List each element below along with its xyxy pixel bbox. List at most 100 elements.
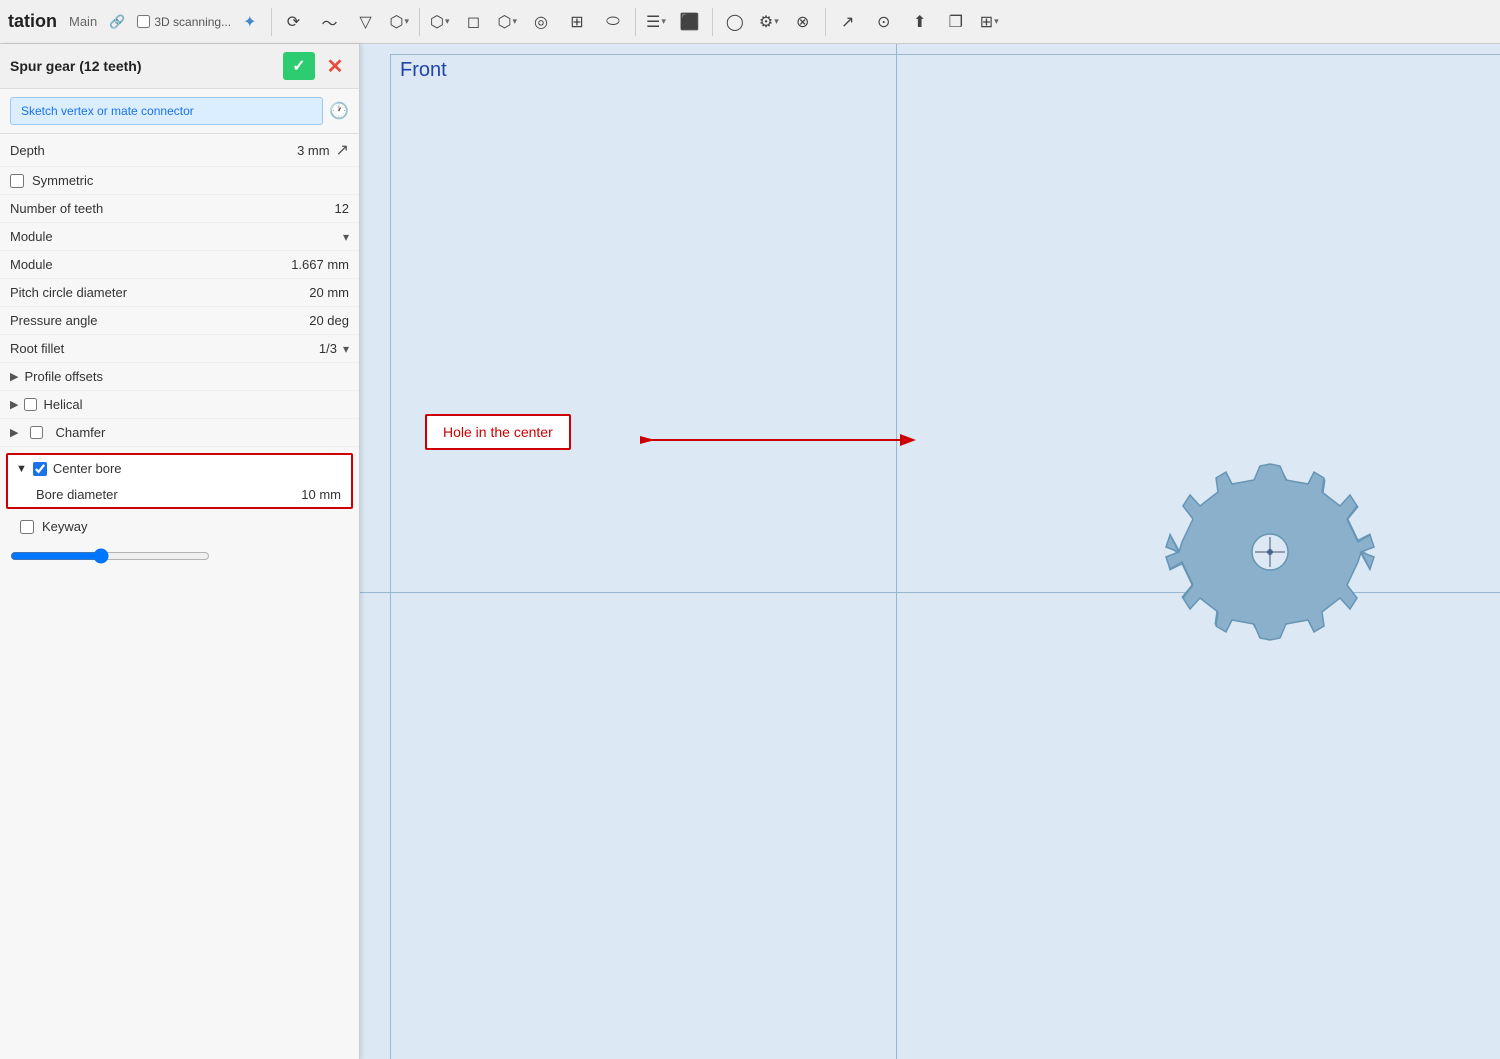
- side-panel: Spur gear (12 teeth) ✓ ✕ Sketch vertex o…: [0, 44, 360, 1059]
- cylinder-btn[interactable]: ⬭: [597, 6, 629, 38]
- chamfer-label: Chamfer: [55, 425, 105, 440]
- helical-label: Helical: [43, 397, 82, 412]
- front-label: Front: [400, 59, 447, 82]
- copy-arrow-icon: ▾: [445, 16, 450, 27]
- keyway-row: Keyway: [0, 513, 359, 540]
- close-btn[interactable]: ⊗: [787, 6, 819, 38]
- copy2-btn[interactable]: ❐: [940, 6, 972, 38]
- pitch-row: Pitch circle diameter 20 mm: [0, 279, 359, 307]
- gear-icon: ⚙: [759, 12, 773, 32]
- pressure-row: Pressure angle 20 deg: [0, 307, 359, 335]
- teeth-value[interactable]: 12: [335, 201, 349, 216]
- scanning-checkbox-wrap: 3D scanning...: [137, 15, 231, 29]
- extrude-arrow-icon: ▾: [404, 16, 409, 27]
- app-subtitle: Main: [69, 14, 97, 29]
- slider-row: [0, 540, 359, 575]
- crosshair-svg: [1160, 442, 1380, 662]
- center-bore-header[interactable]: ▼ Center bore: [8, 455, 351, 482]
- group-arrow-icon: ▾: [512, 16, 517, 27]
- helical-row[interactable]: ▶ Helical: [0, 391, 359, 419]
- flat-btn[interactable]: ◻: [458, 6, 490, 38]
- pitch-value: 20 mm: [309, 285, 349, 300]
- clock-button[interactable]: 🕐: [329, 101, 349, 121]
- panel-title: Spur gear (12 teeth): [10, 58, 141, 74]
- boolean-btn[interactable]: ◎: [525, 6, 557, 38]
- gear-arrow-icon: ▾: [774, 16, 779, 27]
- module-value: 1.667 mm: [291, 257, 349, 272]
- sketch-vertex-button[interactable]: Sketch vertex or mate connector: [10, 97, 323, 125]
- module-value-row: Module 1.667 mm: [0, 251, 359, 279]
- copy-icon: ⬡: [430, 12, 444, 32]
- layout-icon: ⊞: [980, 12, 993, 32]
- helical-checkbox[interactable]: [24, 398, 37, 411]
- teeth-label: Number of teeth: [10, 201, 335, 216]
- viewport: Front Hole in the center: [360, 44, 1500, 1059]
- bore-diameter-row: Bore diameter 10 mm: [8, 482, 351, 507]
- root-fillet-row: Root fillet 1/3 ▾: [0, 335, 359, 363]
- cancel-button[interactable]: ✕: [321, 52, 349, 80]
- center-bore-border: ▼ Center bore Bore diameter 10 mm: [6, 453, 353, 509]
- module-dropdown-label: Module: [10, 229, 343, 244]
- cone-btn[interactable]: ▽: [350, 6, 382, 38]
- scanning-checkbox[interactable]: [137, 15, 150, 28]
- export-btn[interactable]: ⬆: [904, 6, 936, 38]
- separator-4: [712, 8, 713, 36]
- root-value: 1/3: [319, 341, 337, 356]
- center-bore-expand-icon: ▼: [16, 463, 27, 475]
- layout-arrow-icon: ▾: [994, 16, 999, 27]
- depth-edit-icon[interactable]: ↗: [336, 140, 349, 160]
- depth-label: Depth: [10, 143, 297, 158]
- separator-1: [271, 8, 272, 36]
- display-icon: ☰: [646, 12, 660, 32]
- panel-slider[interactable]: [10, 548, 210, 564]
- chamfer-checkbox[interactable]: [30, 426, 43, 439]
- link-icon[interactable]: 🔗: [109, 14, 125, 30]
- copy-btn[interactable]: ⬡ ▾: [426, 6, 454, 38]
- pitch-label: Pitch circle diameter: [10, 285, 309, 300]
- symmetric-label: Symmetric: [32, 173, 93, 188]
- star-icon[interactable]: ✦: [243, 12, 256, 32]
- symmetric-row: Symmetric: [0, 167, 359, 195]
- separator-5: [825, 8, 826, 36]
- stack-btn[interactable]: ⬛: [674, 6, 706, 38]
- symmetric-checkbox[interactable]: [10, 174, 24, 188]
- extrude-btn[interactable]: ⬡ ▾: [386, 6, 414, 38]
- module-dropdown-arrow-icon: ▾: [343, 230, 349, 244]
- center-bore-checkbox[interactable]: [33, 462, 47, 476]
- separator-3: [635, 8, 636, 36]
- panel-header: Spur gear (12 teeth) ✓ ✕: [0, 44, 359, 89]
- pressure-value: 20 deg: [309, 313, 349, 328]
- main-area: Spur gear (12 teeth) ✓ ✕ Sketch vertex o…: [0, 44, 1500, 1059]
- extrude-icon: ⬡: [390, 12, 404, 32]
- confirm-button[interactable]: ✓: [283, 52, 315, 80]
- gear-btn[interactable]: ⚙ ▾: [755, 6, 783, 38]
- display-arrow-icon: ▾: [661, 16, 666, 27]
- curve-btn[interactable]: 〜: [314, 6, 346, 38]
- keyway-label: Keyway: [42, 519, 88, 534]
- app-title: tation: [8, 11, 57, 32]
- module-dropdown-row[interactable]: Module ▾: [0, 223, 359, 251]
- pressure-label: Pressure angle: [10, 313, 309, 328]
- grid-btn[interactable]: ⊞: [561, 6, 593, 38]
- root-fillet-arrow-icon: ▾: [343, 342, 349, 356]
- root-label: Root fillet: [10, 341, 319, 356]
- group-icon: ⬡: [498, 12, 512, 32]
- circle-btn[interactable]: ◯: [719, 6, 751, 38]
- profile-offsets-row[interactable]: ▶ Profile offsets: [0, 363, 359, 391]
- chamfer-expand-icon: ▶: [10, 426, 18, 439]
- depth-value: 3 mm: [297, 143, 330, 158]
- group-btn[interactable]: ⬡ ▾: [494, 6, 522, 38]
- module-label: Module: [10, 257, 291, 272]
- toolbar: tation Main 🔗 3D scanning... ✦ ⟳ 〜 ▽ ⬡ ▾…: [0, 0, 1500, 44]
- teeth-row: Number of teeth 12: [0, 195, 359, 223]
- chamfer-row[interactable]: ▶ Chamfer: [0, 419, 359, 447]
- keyway-checkbox[interactable]: [20, 520, 34, 534]
- bore-diameter-label: Bore diameter: [36, 487, 301, 502]
- home-btn[interactable]: ⟳: [278, 6, 310, 38]
- center-bore-section: ▼ Center bore Bore diameter 10 mm: [6, 453, 353, 509]
- display-btn[interactable]: ☰ ▾: [642, 6, 670, 38]
- layout-btn[interactable]: ⊞ ▾: [976, 6, 1003, 38]
- cursor-btn[interactable]: ↗: [832, 6, 864, 38]
- x-circle-btn[interactable]: ⊙: [868, 6, 900, 38]
- panel-header-buttons: ✓ ✕: [283, 52, 349, 80]
